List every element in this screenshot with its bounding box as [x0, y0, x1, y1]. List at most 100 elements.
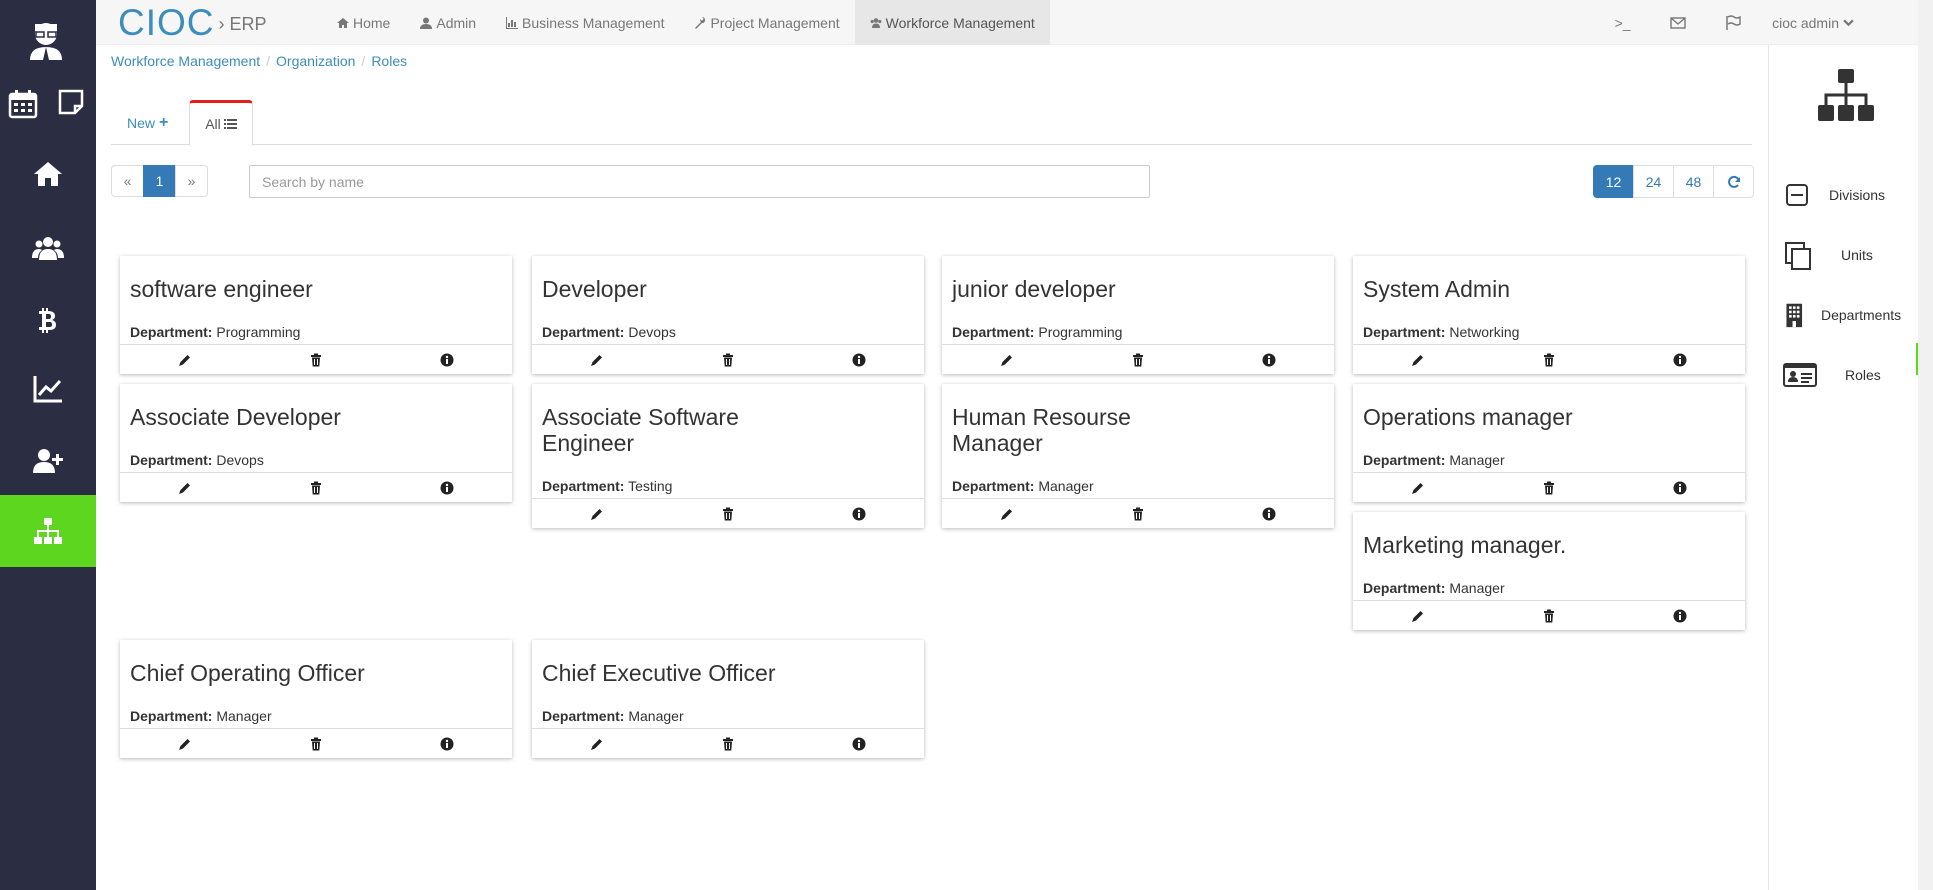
role-department: Department: Devops [542, 324, 676, 340]
edit-icon[interactable] [1353, 353, 1484, 367]
sidebar-item-finance[interactable] [0, 284, 96, 356]
sitemap-icon [1818, 69, 1874, 121]
logo-suffix: › ERP [218, 14, 267, 34]
role-card: Marketing manager. Department: Manager [1353, 512, 1745, 630]
trash-icon[interactable] [1484, 353, 1615, 367]
rp-item-units[interactable]: Units [1783, 235, 1919, 275]
edit-icon[interactable] [942, 507, 1073, 521]
trash-icon[interactable] [663, 507, 794, 521]
info-icon[interactable] [1203, 507, 1334, 521]
role-title: System Admin [1363, 276, 1510, 302]
sticky-note-icon[interactable] [58, 89, 84, 115]
info-icon[interactable] [1614, 353, 1745, 367]
edit-icon[interactable] [120, 353, 251, 367]
brand-logo[interactable]: CIOC › ERP [118, 0, 267, 45]
nav-home[interactable]: Home [322, 0, 405, 45]
info-icon[interactable] [381, 737, 512, 751]
role-department: Department: Manager [1363, 452, 1505, 468]
sidebar-item-add-user[interactable] [0, 425, 96, 497]
user-plus-icon [33, 449, 63, 473]
card-actions [532, 344, 924, 374]
building-icon [1786, 303, 1803, 328]
info-icon[interactable] [793, 737, 924, 751]
pagination-page-1[interactable]: 1 [143, 165, 176, 197]
card-actions [532, 728, 924, 758]
breadcrumb-roles[interactable]: Roles [371, 53, 407, 69]
info-icon[interactable] [381, 481, 512, 495]
trash-icon[interactable] [663, 737, 794, 751]
breadcrumb-workforce[interactable]: Workforce Management [111, 53, 260, 69]
sidebar-item-home[interactable] [0, 138, 96, 210]
edit-icon[interactable] [942, 353, 1073, 367]
trash-icon[interactable] [251, 737, 382, 751]
rp-item-departments[interactable]: Departments [1783, 295, 1919, 335]
trash-icon[interactable] [663, 353, 794, 367]
home-icon [34, 162, 62, 186]
rp-item-divisions[interactable]: Divisions [1783, 175, 1919, 215]
edit-icon[interactable] [532, 353, 663, 367]
card-actions [1353, 472, 1745, 502]
sitemap-icon [34, 518, 62, 544]
info-icon[interactable] [793, 353, 924, 367]
breadcrumb-organization[interactable]: Organization [276, 53, 355, 69]
nav-workforce-management[interactable]: Workforce Management [854, 0, 1050, 45]
main-nav: Home Admin Business Management Project M… [322, 0, 1050, 45]
info-icon[interactable] [1614, 481, 1745, 495]
page-size-12[interactable]: 12 [1593, 165, 1634, 198]
pagination: « 1 » [111, 165, 208, 197]
pagination-prev[interactable]: « [111, 165, 144, 197]
role-title: Associate Developer [130, 404, 341, 430]
flag-icon[interactable] [1705, 0, 1760, 45]
nav-project-management[interactable]: Project Management [679, 0, 854, 45]
info-icon[interactable] [793, 507, 924, 521]
role-card: Chief Operating Officer Department: Manag… [120, 640, 512, 758]
edit-icon[interactable] [532, 737, 663, 751]
role-department: Department: Networking [1363, 324, 1520, 340]
id-card-icon [1783, 363, 1817, 387]
user-icon [420, 17, 433, 29]
edit-icon[interactable] [532, 507, 663, 521]
trash-icon[interactable] [1484, 609, 1615, 623]
nav-business-management[interactable]: Business Management [491, 0, 679, 45]
calendar-icon[interactable] [8, 89, 38, 119]
role-department: Department: Manager [130, 708, 272, 724]
trash-icon[interactable] [251, 353, 382, 367]
role-title: software engineer [130, 276, 313, 302]
role-title: Developer [542, 276, 647, 302]
sidebar-item-analytics[interactable] [0, 353, 96, 425]
pagination-next[interactable]: » [175, 165, 208, 197]
user-menu[interactable]: cioc admin [1760, 15, 1918, 31]
user-avatar-icon[interactable] [28, 20, 64, 60]
page-size-24[interactable]: 24 [1633, 165, 1674, 198]
tab-all[interactable]: All [189, 100, 253, 146]
scrollbar[interactable] [1918, 0, 1933, 890]
terminal-icon[interactable]: >_ [1595, 0, 1650, 45]
edit-icon[interactable] [120, 481, 251, 495]
page-size-selector: 12 24 48 [1593, 165, 1754, 198]
rp-item-roles[interactable]: Roles [1783, 355, 1919, 395]
tab-new[interactable]: New + [127, 114, 168, 132]
search-input[interactable] [249, 165, 1150, 198]
sidebar-item-people[interactable] [0, 212, 96, 284]
trash-icon[interactable] [1073, 507, 1204, 521]
edit-icon[interactable] [120, 737, 251, 751]
info-icon[interactable] [381, 353, 512, 367]
trash-icon[interactable] [1073, 353, 1204, 367]
list-icon [223, 119, 237, 129]
edit-icon[interactable] [1353, 609, 1484, 623]
card-actions [120, 728, 512, 758]
role-department: Department: Programming [130, 324, 301, 340]
logo-text: CIOC [118, 1, 215, 43]
trash-icon[interactable] [1484, 481, 1615, 495]
info-icon[interactable] [1203, 353, 1334, 367]
page-size-48[interactable]: 48 [1673, 165, 1714, 198]
nav-admin[interactable]: Admin [405, 0, 491, 45]
edit-icon[interactable] [1353, 481, 1484, 495]
info-icon[interactable] [1614, 609, 1745, 623]
role-department: Department: Manager [542, 708, 684, 724]
role-card: Associate Software Engineer Department: T… [532, 384, 924, 528]
envelope-icon[interactable] [1650, 0, 1705, 45]
sidebar-item-organization[interactable] [0, 495, 96, 567]
refresh-button[interactable] [1713, 165, 1754, 198]
trash-icon[interactable] [251, 481, 382, 495]
